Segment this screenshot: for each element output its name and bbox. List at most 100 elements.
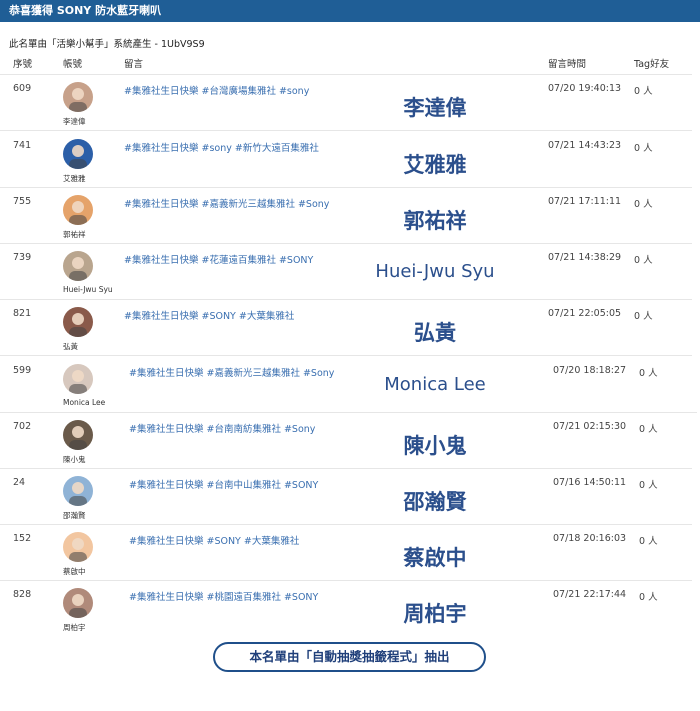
table-header: 序號 帳號 留言 留言時間 Tag好友 bbox=[0, 56, 692, 76]
winner-name: 邵瀚賢 bbox=[403, 490, 467, 514]
seq-cell: 24 bbox=[13, 477, 26, 488]
seq-cell: 739 bbox=[13, 252, 32, 263]
header-divider bbox=[0, 74, 692, 75]
avatar bbox=[63, 195, 93, 225]
user-avatar-icon bbox=[63, 139, 93, 169]
time-cell: 07/18 20:16:03 bbox=[553, 533, 627, 544]
col-seq: 序號 bbox=[13, 59, 33, 70]
user-avatar-icon bbox=[63, 420, 93, 450]
avatar bbox=[63, 532, 93, 562]
user-avatar-icon bbox=[63, 364, 93, 394]
tag-cell: 0 人 bbox=[634, 143, 653, 154]
row-divider bbox=[0, 299, 692, 300]
message-cell: #集雅社生日快樂 #桃園遠百集雅社 #SONY bbox=[129, 592, 319, 603]
message-cell: #集雅社生日快樂 #台灣廣場集雅社 #sony bbox=[124, 86, 310, 97]
footer-badge: 本名單由「自動抽獎抽籤程式」抽出 bbox=[213, 642, 486, 672]
avatar bbox=[63, 307, 93, 337]
account-name: Huei-Jwu Syu bbox=[63, 285, 113, 294]
account-name: 蔡啟中 bbox=[63, 567, 86, 576]
table-row: 599 Monica Lee #集雅社生日快樂 #嘉義新光三越集雅社 #Sony… bbox=[0, 360, 692, 416]
account-name: 周柏宇 bbox=[63, 623, 86, 632]
col-time: 留言時間 bbox=[548, 59, 587, 70]
table-row: 609 李達偉 #集雅社生日快樂 #台灣廣場集雅社 #sony 李達偉 07/2… bbox=[0, 78, 692, 134]
time-cell: 07/21 17:11:11 bbox=[548, 196, 622, 207]
message-cell: #集雅社生日快樂 #花蓮遠百集雅社 #SONY bbox=[124, 255, 314, 266]
avatar bbox=[63, 364, 93, 394]
account-name: 弘黃 bbox=[63, 342, 78, 351]
tag-cell: 0 人 bbox=[639, 592, 658, 603]
user-avatar-icon bbox=[63, 307, 93, 337]
message-cell: #集雅社生日快樂 #sony #新竹大遠百集雅社 bbox=[124, 143, 319, 154]
avatar bbox=[63, 139, 93, 169]
account-name: 李達偉 bbox=[63, 117, 86, 126]
tag-cell: 0 人 bbox=[639, 536, 658, 547]
time-cell: 07/21 14:43:23 bbox=[548, 140, 622, 151]
seq-cell: 828 bbox=[13, 589, 32, 600]
seq-cell: 599 bbox=[13, 365, 32, 376]
user-avatar-icon bbox=[63, 588, 93, 618]
user-avatar-icon bbox=[63, 476, 93, 506]
message-cell: #集雅社生日快樂 #嘉義新光三越集雅社 #Sony bbox=[129, 368, 335, 379]
user-avatar-icon bbox=[63, 532, 93, 562]
user-avatar-icon bbox=[63, 251, 93, 281]
row-divider bbox=[0, 130, 692, 131]
seq-cell: 702 bbox=[13, 421, 32, 432]
header-title: 恭喜獲得 SONY 防水藍牙喇叭 bbox=[9, 4, 162, 17]
row-divider bbox=[0, 187, 692, 188]
time-cell: 07/21 22:17:44 bbox=[553, 589, 627, 600]
table-row: 152 蔡啟中 #集雅社生日快樂 #SONY #大葉集雅社 蔡啟中 07/18 … bbox=[0, 528, 692, 584]
time-cell: 07/16 14:50:11 bbox=[553, 477, 627, 488]
footer-label: 本名單由「自動抽獎抽籤程式」抽出 bbox=[249, 649, 450, 664]
account-name: 邵瀚賢 bbox=[63, 511, 86, 520]
table-row: 739 Huei-Jwu Syu #集雅社生日快樂 #花蓮遠百集雅社 #SONY… bbox=[0, 247, 692, 303]
seq-cell: 821 bbox=[13, 308, 32, 319]
row-divider bbox=[0, 355, 692, 356]
row-divider bbox=[0, 412, 697, 413]
source-line: 此名單由「活樂小幫手」系統產生 - 1UbV9S9 bbox=[9, 39, 205, 50]
table-row: 741 艾雅雅 #集雅社生日快樂 #sony #新竹大遠百集雅社 艾雅雅 07/… bbox=[0, 135, 692, 191]
table-row: 828 周柏宇 #集雅社生日快樂 #桃園遠百集雅社 #SONY 周柏宇 07/2… bbox=[0, 584, 692, 640]
winner-name: Huei-Jwu Syu bbox=[375, 261, 495, 282]
tag-cell: 0 人 bbox=[639, 480, 658, 491]
seq-cell: 755 bbox=[13, 196, 32, 207]
message-cell: #集雅社生日快樂 #SONY #大葉集雅社 bbox=[129, 536, 300, 547]
account-name: Monica Lee bbox=[63, 398, 106, 407]
message-cell: #集雅社生日快樂 #台南中山集雅社 #SONY bbox=[129, 480, 319, 491]
winner-name: 弘黃 bbox=[414, 321, 456, 345]
avatar bbox=[63, 251, 93, 281]
row-divider bbox=[0, 468, 692, 469]
message-cell: #集雅社生日快樂 #嘉義新光三越集雅社 #Sony bbox=[124, 199, 330, 210]
avatar bbox=[63, 588, 93, 618]
table-row: 755 郭祐祥 #集雅社生日快樂 #嘉義新光三越集雅社 #Sony 郭祐祥 07… bbox=[0, 191, 692, 247]
account-name: 艾雅雅 bbox=[63, 174, 86, 183]
page-header: 恭喜獲得 SONY 防水藍牙喇叭 bbox=[0, 0, 700, 22]
winner-name: 蔡啟中 bbox=[403, 546, 467, 570]
avatar bbox=[63, 420, 93, 450]
table-row: 821 弘黃 #集雅社生日快樂 #SONY #大葉集雅社 弘黃 07/21 22… bbox=[0, 303, 692, 359]
avatar bbox=[63, 476, 93, 506]
time-cell: 07/20 19:40:13 bbox=[548, 83, 622, 94]
time-cell: 07/21 02:15:30 bbox=[553, 421, 627, 432]
time-cell: 07/21 14:38:29 bbox=[548, 252, 622, 263]
col-message: 留言 bbox=[124, 59, 144, 70]
row-divider bbox=[0, 524, 692, 525]
message-cell: #集雅社生日快樂 #台南南紡集雅社 #Sony bbox=[129, 424, 316, 435]
winner-name: 郭祐祥 bbox=[403, 209, 467, 233]
winner-name: Monica Lee bbox=[384, 374, 486, 395]
seq-cell: 609 bbox=[13, 83, 32, 94]
account-name: 郭祐祥 bbox=[63, 230, 86, 239]
user-avatar-icon bbox=[63, 195, 93, 225]
winner-name: 艾雅雅 bbox=[403, 153, 467, 177]
winner-name: 陳小鬼 bbox=[403, 434, 467, 458]
user-avatar-icon bbox=[63, 82, 93, 112]
row-divider bbox=[0, 580, 692, 581]
table-row: 24 邵瀚賢 #集雅社生日快樂 #台南中山集雅社 #SONY 邵瀚賢 07/16… bbox=[0, 472, 692, 528]
account-name: 陳小鬼 bbox=[63, 455, 86, 464]
tag-cell: 0 人 bbox=[639, 368, 658, 379]
tag-cell: 0 人 bbox=[634, 86, 653, 97]
tag-cell: 0 人 bbox=[634, 255, 653, 266]
winner-name: 李達偉 bbox=[403, 96, 467, 120]
tag-cell: 0 人 bbox=[634, 311, 653, 322]
col-tag: Tag好友 bbox=[634, 59, 670, 70]
col-account: 帳號 bbox=[63, 59, 83, 70]
